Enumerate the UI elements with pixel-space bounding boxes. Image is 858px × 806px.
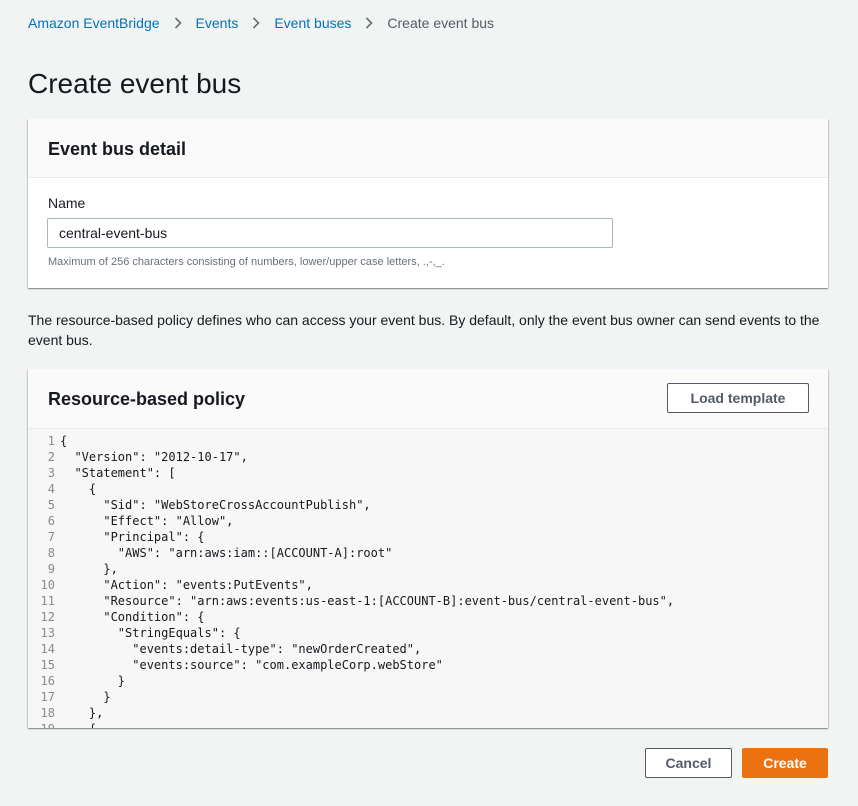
line-number: 7 (47, 530, 55, 544)
code-text: "Action": "events:PutEvents", (60, 578, 313, 592)
code-line: 16 } (28, 673, 674, 689)
code-line: 5 "Sid": "WebStoreCrossAccountPublish", (28, 497, 674, 513)
code-line: 4 { (28, 481, 674, 497)
line-number: 13 (40, 626, 55, 640)
code-text: "Effect": "Allow", (60, 514, 234, 528)
code-line: 9 }, (28, 561, 674, 577)
chevron-right-icon (174, 17, 182, 29)
policy-code-editor[interactable]: 1{2 "Version": "2012-10-17", 3 "Statement… (28, 429, 828, 728)
chevron-right-icon (252, 17, 260, 29)
code-line: 2 "Version": "2012-10-17", (28, 449, 674, 465)
line-number: 12 (40, 610, 55, 624)
code-line: 6 "Effect": "Allow", (28, 513, 674, 529)
line-number: 6 (47, 514, 55, 528)
code-text: { (55, 721, 96, 728)
create-button[interactable]: Create (742, 748, 828, 778)
breadcrumb-link-eventbridge[interactable]: Amazon EventBridge (28, 15, 160, 31)
line-number: 5 (47, 498, 55, 512)
code-text: } (60, 674, 126, 688)
code-line: 3 "Statement": [ (28, 465, 674, 481)
code-text: "Principal": { (60, 530, 205, 544)
code-text: { (60, 434, 68, 448)
breadcrumb: Amazon EventBridge Events Event buses Cr… (28, 14, 494, 32)
line-number: 8 (47, 546, 55, 560)
code-line: 10 "Action": "events:PutEvents", (28, 577, 674, 593)
panel-title: Event bus detail (48, 139, 187, 159)
code-line: 14 "events:detail-type": "newOrderCreate… (28, 641, 674, 657)
line-number: 9 (47, 562, 55, 576)
code-line: 1{ (28, 433, 674, 449)
panel-title: Resource-based policy (48, 389, 246, 409)
code-text: "events:source": "com.exampleCorp.webSto… (60, 658, 443, 672)
panel-header: Event bus detail (28, 119, 828, 178)
code-text: "Version": "2012-10-17", (60, 450, 248, 464)
line-number: 18 (40, 706, 55, 720)
name-constraint-text: Maximum of 256 characters consisting of … (48, 256, 445, 268)
code-text: "Condition": { (60, 610, 205, 624)
name-input[interactable] (47, 218, 613, 248)
code-text: }, (60, 706, 104, 720)
code-line: 19 { (28, 721, 674, 728)
line-number: 19 (28, 721, 55, 728)
code-lines: 1{2 "Version": "2012-10-17", 3 "Statement… (28, 433, 675, 728)
code-text: }, (60, 562, 118, 576)
breadcrumb-current: Create event bus (387, 15, 495, 31)
resource-policy-panel: Resource-based policy Load template 1{2 … (28, 369, 828, 728)
code-line: 17 } (28, 689, 674, 705)
line-number: 11 (40, 594, 55, 608)
line-number: 17 (40, 690, 55, 704)
line-number: 10 (40, 578, 55, 592)
breadcrumb-link-event-buses[interactable]: Event buses (274, 15, 351, 31)
code-text: "Sid": "WebStoreCrossAccountPublish", (60, 498, 371, 512)
code-line: 11 "Resource": "arn:aws:events:us-east-1… (28, 593, 675, 609)
line-number: 16 (40, 674, 55, 688)
code-text: "Resource": "arn:aws:events:us-east-1:[A… (60, 594, 675, 608)
panel-header: Resource-based policy Load template (28, 369, 828, 429)
cancel-button[interactable]: Cancel (645, 748, 732, 778)
code-text: "Statement": [ (60, 466, 176, 480)
load-template-button[interactable]: Load template (667, 383, 809, 413)
line-number: 4 (47, 482, 55, 496)
code-line: 18 }, (28, 705, 674, 721)
code-line: 7 "Principal": { (28, 529, 674, 545)
code-text: } (60, 690, 111, 704)
line-number: 1 (47, 434, 55, 448)
line-number: 3 (47, 466, 55, 480)
line-number: 15 (40, 658, 55, 672)
code-text: { (60, 482, 97, 496)
code-text: "events:detail-type": "newOrderCreated", (60, 642, 422, 656)
event-bus-detail-panel: Event bus detail Name Maximum of 256 cha… (28, 119, 828, 288)
chevron-right-icon (365, 17, 374, 29)
code-line: 12 "Condition": { (28, 609, 674, 625)
name-label: Name (48, 195, 86, 211)
line-number: 2 (47, 450, 55, 464)
code-line: 13 "StringEquals": { (28, 625, 674, 641)
line-number: 14 (40, 642, 55, 656)
breadcrumb-link-events[interactable]: Events (196, 15, 239, 31)
code-line: 15 "events:source": "com.exampleCorp.web… (28, 657, 674, 673)
policy-description: The resource-based policy defines who ca… (28, 312, 820, 348)
code-text: "AWS": "arn:aws:iam::[ACCOUNT-A]:root" (60, 546, 393, 560)
code-line: 8 "AWS": "arn:aws:iam::[ACCOUNT-A]:root" (28, 545, 674, 561)
page-title: Create event bus (28, 68, 242, 99)
code-text: "StringEquals": { (60, 626, 241, 640)
